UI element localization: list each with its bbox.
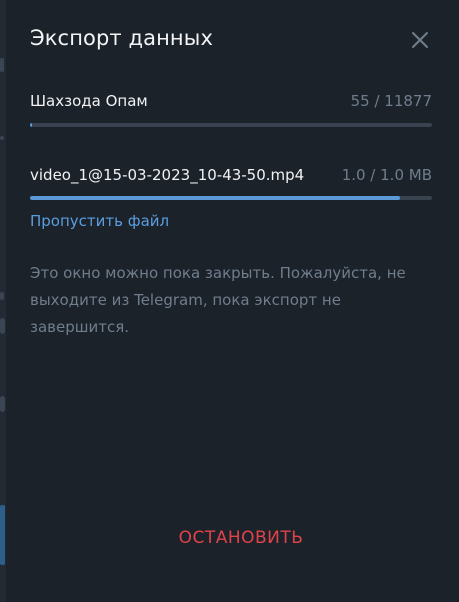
background-mark: [0, 396, 5, 412]
stop-export-button[interactable]: ОСТАНОВИТЬ: [156, 520, 326, 556]
close-button[interactable]: [406, 26, 434, 54]
file-progress-bar: [30, 196, 432, 200]
file-progress-fill: [30, 196, 400, 200]
file-name: video_1@15-03-2023_10-43-50.mp4: [30, 166, 305, 184]
background-mark: [0, 136, 4, 140]
skip-file-link[interactable]: Пропустить файл: [30, 212, 169, 230]
export-dialog: Экспорт данных Шахзода Опам 55 / 11877 v…: [6, 0, 459, 602]
chat-message-counter: 55 / 11877: [350, 92, 432, 110]
chat-name: Шахзода Опам: [30, 92, 148, 110]
background-mark: [0, 58, 4, 72]
chat-progress-bar: [30, 123, 432, 127]
info-message: Это окно можно пока закрыть. Пожалуйста,…: [30, 264, 406, 336]
background-mark: [0, 292, 4, 300]
file-size-counter: 1.0 / 1.0 MB: [341, 166, 432, 184]
background-mark: [0, 505, 5, 565]
chat-export-progress: Шахзода Опам 55 / 11877: [30, 92, 432, 132]
file-export-progress: video_1@15-03-2023_10-43-50.mp4 1.0 / 1.…: [30, 166, 432, 206]
background-mark: [0, 318, 5, 334]
dialog-title: Экспорт данных: [30, 26, 213, 50]
close-icon: [412, 32, 428, 48]
chat-progress-fill: [30, 123, 32, 127]
